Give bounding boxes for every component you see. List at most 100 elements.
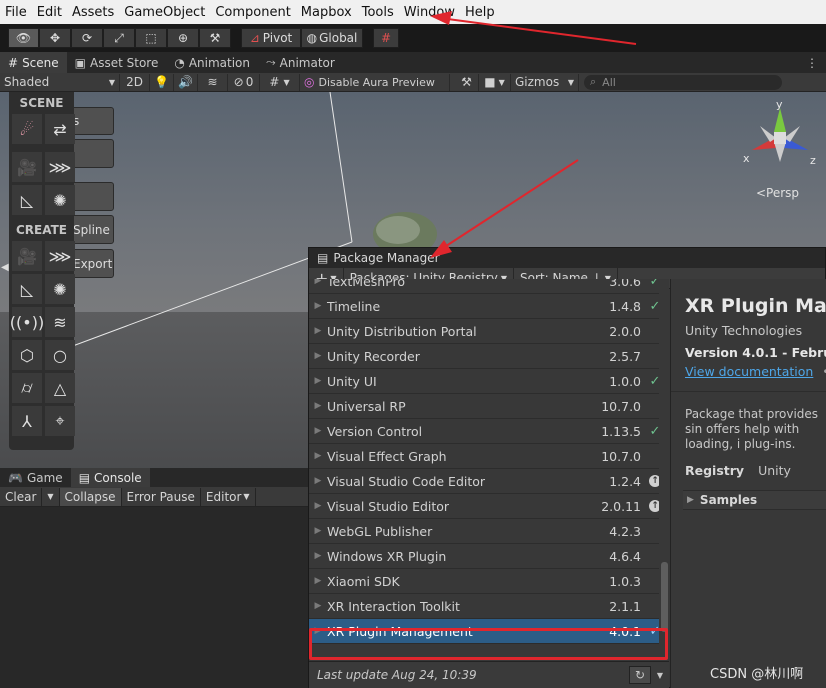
mode-2d-toggle[interactable]: 2D [120, 73, 150, 91]
clear-options-dropdown[interactable]: ▼ [42, 487, 60, 506]
package-manager-titlebar[interactable]: ▤ Package Manager [309, 248, 825, 268]
camera-dropdown[interactable]: ■ ▼ [479, 73, 511, 91]
chevron-right-icon[interactable]: ▶ [309, 526, 327, 536]
samples-foldout[interactable]: ▶ Samples [683, 490, 826, 510]
aura-preview-button[interactable]: ◎ Disable Aura Preview [300, 73, 450, 91]
create-cylinder-button[interactable]: ⌭ [12, 373, 42, 403]
create-target-button[interactable]: ⌖ [45, 406, 75, 436]
collapse-palette-arrow[interactable]: ◀ [1, 262, 9, 273]
tab-game[interactable]: 🎮 Game [0, 468, 71, 487]
package-row[interactable]: ▶ Visual Studio Code Editor 1.2.4 ↑ [309, 469, 669, 494]
chevron-right-icon[interactable]: ▶ [309, 279, 327, 286]
create-spot-light-button[interactable]: ◺ [12, 274, 42, 304]
menu-assets[interactable]: Assets [67, 5, 119, 20]
audio-toggle[interactable]: 🔊 [174, 73, 198, 91]
package-row[interactable]: ▶ Xiaomi SDK 1.0.3 [309, 569, 669, 594]
chevron-right-icon[interactable]: ▶ [309, 601, 327, 611]
package-row[interactable]: ▶ Version Control 1.13.5 ✓ [309, 419, 669, 444]
package-row[interactable]: ▶ WebGL Publisher 4.2.3 [309, 519, 669, 544]
global-button[interactable]: ◍ Global [301, 28, 363, 48]
package-row[interactable]: ▶ Timeline 1.4.8 ✓ [309, 294, 669, 319]
chevron-right-icon[interactable]: ▶ [309, 376, 327, 386]
create-camera-button[interactable]: 🎥 [12, 241, 42, 271]
chevron-right-icon[interactable]: ▶ [309, 301, 327, 311]
tab-animation[interactable]: ◔ Animation [166, 52, 258, 73]
pivot-button[interactable]: ⊿ Pivot [241, 28, 301, 48]
lighting-toggle[interactable]: 💡 [150, 73, 174, 91]
create-layers-button[interactable]: ≋ [45, 307, 75, 337]
palette-spot-light-button[interactable]: ◺ [12, 185, 42, 215]
package-row[interactable]: ▶ Windows XR Plugin 4.6.4 [309, 544, 669, 569]
tab-asset-store[interactable]: ▣ Asset Store [67, 52, 167, 73]
tab-console[interactable]: ▤ Console [70, 468, 150, 487]
shading-dropdown[interactable]: Shaded ▼ [0, 73, 120, 91]
chevron-right-icon[interactable]: ▶ [309, 326, 327, 336]
effects-dropdown[interactable]: ≋ [198, 73, 228, 91]
transform-tool-button[interactable]: ⊕ [167, 28, 199, 48]
menu-component[interactable]: Component [210, 5, 295, 20]
create-point-light-button[interactable]: ✺ [45, 274, 75, 304]
persp-label[interactable]: <Persp [756, 186, 799, 200]
scene-search-input[interactable]: ⌕ All [584, 74, 782, 90]
create-sphere-button[interactable]: ○ [45, 340, 75, 370]
tab-animator[interactable]: ⤳ Animator [258, 52, 343, 73]
package-row[interactable]: ▶ Visual Studio Editor 2.0.11 ↑ [309, 494, 669, 519]
palette-camera-button[interactable]: 🎥 [12, 152, 42, 182]
create-audio-button[interactable]: ((•)) [10, 307, 44, 337]
create-cone-button[interactable]: △ [45, 373, 75, 403]
gizmos-dropdown[interactable]: Gizmos ▼ [511, 73, 579, 91]
editor-label: Editor [205, 489, 242, 504]
chevron-right-icon[interactable]: ▶ [309, 476, 327, 486]
rotate-tool-button[interactable]: ⟳ [71, 28, 103, 48]
visibility-toggle[interactable]: ⊘ 0 [228, 73, 260, 91]
collapse-toggle[interactable]: Collapse [59, 487, 122, 506]
chevron-right-icon[interactable]: ▶ [309, 451, 327, 461]
more-menu-button[interactable]: ⋮ [798, 52, 826, 73]
package-row[interactable]: ▶ Visual Effect Graph 10.7.0 [309, 444, 669, 469]
package-row[interactable]: ▶ Unity UI 1.0.0 ✓ [309, 369, 669, 394]
palette-swap-button[interactable]: ⇄ [45, 114, 75, 144]
create-axis-button[interactable]: ⅄ [12, 406, 42, 436]
chevron-down-icon: ▼ [243, 492, 250, 501]
refresh-button[interactable]: ↻ [629, 666, 651, 684]
scene-tools-button[interactable]: ⚒ [455, 73, 479, 91]
package-row[interactable]: ▶ Unity Distribution Portal 2.0.0 [309, 319, 669, 344]
scale-tool-button[interactable]: ⤢ [103, 28, 135, 48]
clear-button[interactable]: Clear [0, 487, 43, 506]
menu-help[interactable]: Help [460, 5, 500, 20]
grid-snap-button[interactable]: # [373, 28, 399, 48]
scrollbar-thumb[interactable] [661, 562, 668, 632]
view-tool-button[interactable]: 👁 [8, 28, 39, 48]
palette-brush-button[interactable]: ☄ [12, 114, 42, 144]
tab-scene[interactable]: # Scene [0, 52, 67, 73]
chevron-right-icon[interactable]: ▶ [309, 551, 327, 561]
chevron-right-icon[interactable]: ▶ [309, 501, 327, 511]
view-documentation-link[interactable]: View documentation [685, 364, 813, 379]
create-cube-button[interactable]: ⬡ [12, 340, 42, 370]
chevron-right-icon[interactable]: ▶ [309, 576, 327, 586]
menu-gameobject[interactable]: GameObject [119, 5, 210, 20]
refresh-options-dropdown[interactable]: ▼ [651, 666, 669, 684]
chevron-right-icon[interactable]: ▶ [309, 426, 327, 436]
create-directional-light-button[interactable]: ⋙ [45, 241, 75, 271]
chevron-right-icon[interactable]: ▶ [309, 351, 327, 361]
menu-edit[interactable]: Edit [32, 5, 67, 20]
custom-tool-button[interactable]: ⚒ [199, 28, 231, 48]
package-row[interactable]: ▶ XR Interaction Toolkit 2.1.1 [309, 594, 669, 619]
package-list-scrollbar[interactable] [659, 279, 669, 661]
error-pause-toggle[interactable]: Error Pause [122, 487, 201, 506]
palette-directional-light-button[interactable]: ⋙ [45, 152, 75, 182]
palette-point-light-button[interactable]: ✺ [45, 185, 75, 215]
menu-tools[interactable]: Tools [357, 5, 399, 20]
chevron-right-icon[interactable]: ▶ [309, 401, 327, 411]
package-row[interactable]: ▶ Unity Recorder 2.5.7 [309, 344, 669, 369]
package-row[interactable]: ▶ TextMeshPro 3.0.6 ✓ [309, 279, 669, 294]
menu-window[interactable]: Window [399, 5, 460, 20]
grid-dropdown[interactable]: # ▼ [260, 73, 300, 91]
menu-mapbox[interactable]: Mapbox [296, 5, 357, 20]
move-tool-button[interactable]: ✥ [39, 28, 71, 48]
menu-file[interactable]: File [0, 5, 32, 20]
rect-tool-button[interactable]: ⬚ [135, 28, 167, 48]
editor-dropdown[interactable]: Editor ▼ [201, 487, 256, 506]
package-row[interactable]: ▶ Universal RP 10.7.0 [309, 394, 669, 419]
